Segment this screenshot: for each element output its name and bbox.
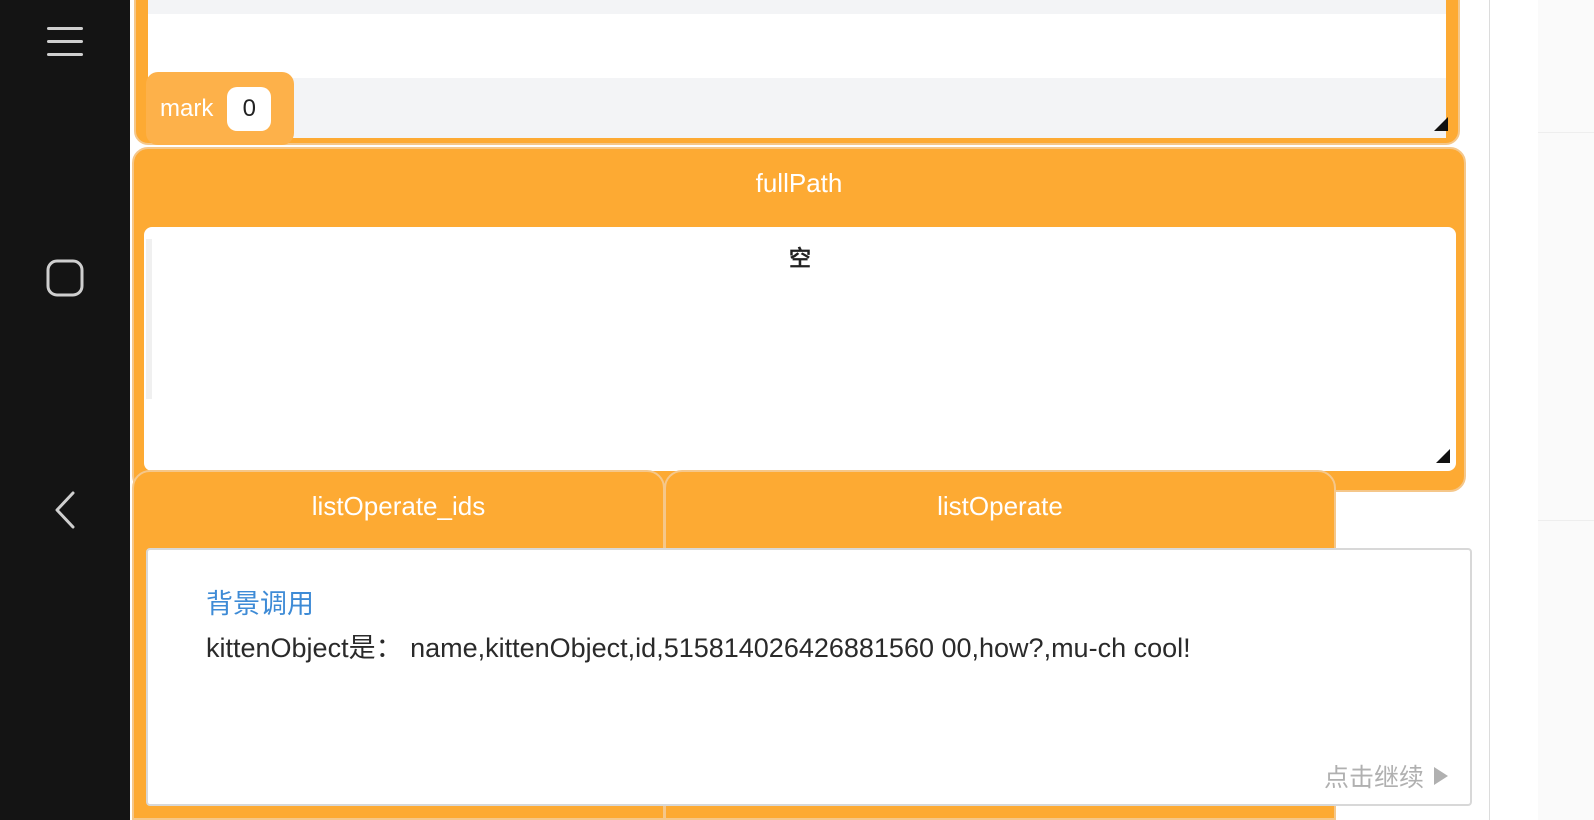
menu-icon xyxy=(47,27,83,56)
tab-label: listOperate_ids xyxy=(311,490,486,521)
back-icon xyxy=(55,491,75,529)
divider xyxy=(1538,520,1594,521)
menu-button[interactable] xyxy=(35,12,95,72)
mark-tag: mark 0 xyxy=(146,72,294,145)
back-button[interactable] xyxy=(35,480,95,540)
dialog-message: kittenObject是： name,kittenObject,id,5158… xyxy=(206,633,1191,663)
side-panel xyxy=(1538,0,1594,820)
fullpath-field[interactable]: 空 xyxy=(144,227,1456,471)
fullpath-value: 空 xyxy=(788,247,811,272)
mark-label: mark xyxy=(160,94,214,122)
background-call-dialog[interactable]: 背景调用 kittenObject是： name,kittenObject,id… xyxy=(146,548,1472,806)
continue-label: 点击继续 xyxy=(1323,763,1424,792)
dialog-title: 背景调用 xyxy=(206,589,314,620)
fullpath-title: fullPath xyxy=(755,167,843,198)
right-edge xyxy=(1490,0,1594,820)
mark-count-badge: 0 xyxy=(227,86,272,131)
resize-handle-icon[interactable] xyxy=(1436,449,1450,463)
system-navbar xyxy=(0,0,130,820)
tab-label: listOperate xyxy=(937,490,1063,521)
home-button[interactable] xyxy=(35,248,95,308)
text-field[interactable] xyxy=(148,78,1446,138)
resize-handle-icon[interactable] xyxy=(1434,117,1448,131)
mark-panel: mark 0 xyxy=(134,0,1460,145)
continue-button[interactable]: 点击继续 xyxy=(1324,758,1448,794)
play-arrow-icon xyxy=(1434,767,1448,785)
text-field[interactable] xyxy=(148,0,1446,14)
text-field[interactable] xyxy=(148,14,1446,78)
home-icon xyxy=(46,259,84,297)
fullpath-panel: fullPath 空 xyxy=(132,147,1466,492)
divider xyxy=(1538,132,1594,133)
